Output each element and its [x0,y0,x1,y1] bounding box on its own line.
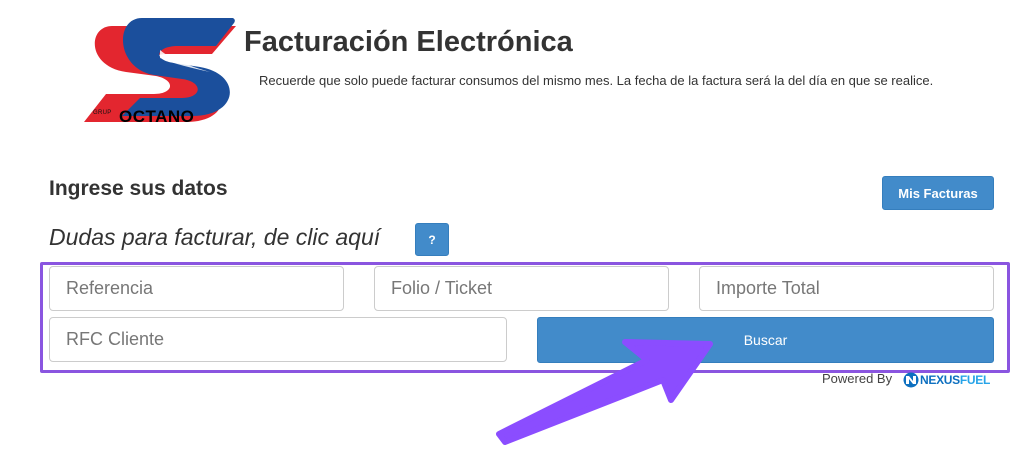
reference-input[interactable] [49,266,344,311]
nexusfuel-logo-icon [903,372,919,388]
brand-part-fuel: FUEL [959,373,990,387]
rfc-client-input[interactable] [49,317,507,362]
logo-small-text: GRUP [93,110,112,116]
help-text: Dudas para facturar, de clic aquí [49,224,381,250]
folio-ticket-input[interactable] [374,266,669,311]
section-title: Ingrese sus datos [49,177,228,200]
help-button[interactable]: ? [415,223,449,256]
logo-wordmark: OCTANO [119,107,195,126]
search-button[interactable]: Buscar [537,317,994,363]
total-amount-input[interactable] [699,266,994,311]
billing-notice: Recuerde que solo puede facturar consumo… [259,73,934,88]
powered-by-label: Powered By [822,371,893,386]
logo-caption: GRUP OCTANO [93,107,233,127]
brand-part-nexus: NEXUS [920,373,960,387]
nexusfuel-brand: NEXUSFUEL [920,373,990,387]
my-invoices-button[interactable]: Mis Facturas [882,176,994,210]
page-title: Facturación Electrónica [244,26,573,58]
